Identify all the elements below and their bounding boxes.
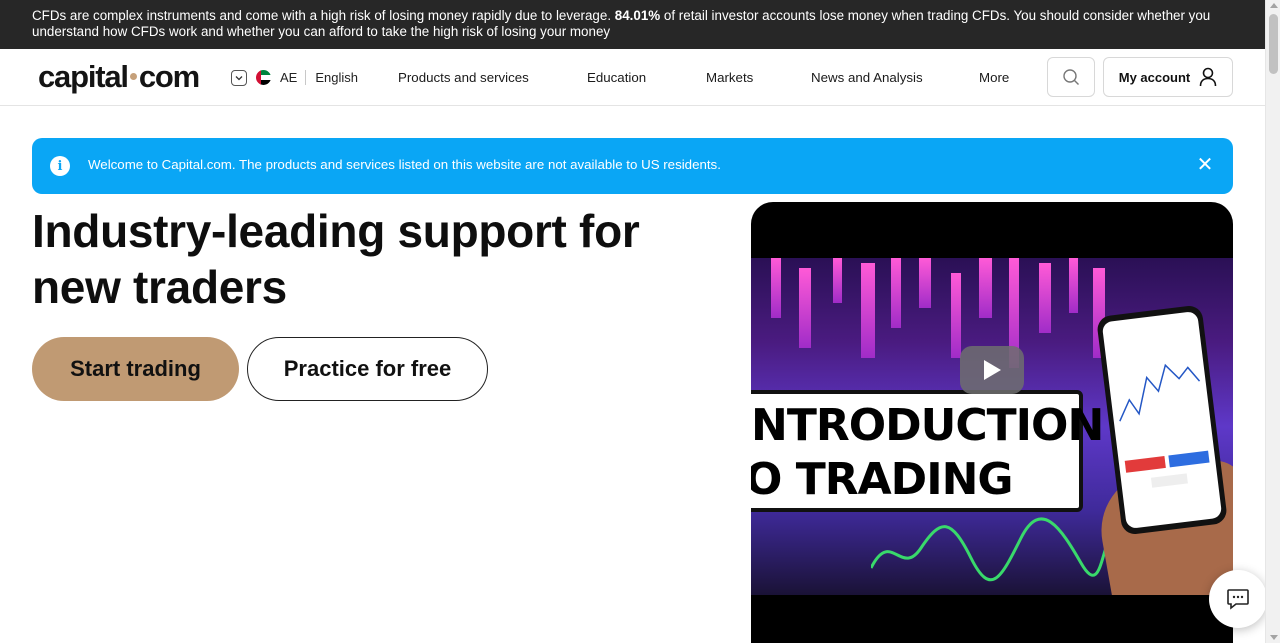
search-button[interactable]: [1047, 57, 1095, 97]
info-icon: i: [50, 156, 70, 176]
region-language-selector[interactable]: AE English: [231, 69, 358, 86]
nav-more[interactable]: More: [979, 70, 1009, 85]
chat-button[interactable]: [1209, 570, 1267, 628]
search-icon: [1063, 69, 1079, 85]
capital-com-logo[interactable]: capital com: [38, 59, 200, 95]
uae-flag-icon: [256, 70, 271, 85]
notice-message: Welcome to Capital.com. The products and…: [88, 157, 721, 172]
scroll-up-arrow[interactable]: [1270, 3, 1278, 8]
intro-title-line1: NTRODUCTION: [751, 400, 1104, 451]
intro-title-line2: O TRADING: [751, 454, 1014, 505]
nav-news-and-analysis[interactable]: News and Analysis: [811, 70, 923, 85]
nav-markets[interactable]: Markets: [706, 70, 753, 85]
logo-dot: [129, 73, 137, 81]
logo-text-right: com: [138, 59, 200, 94]
region-divider: [305, 70, 307, 85]
site-header: capital com AE English Products and servi…: [0, 49, 1265, 106]
my-account-button[interactable]: My account: [1103, 57, 1233, 97]
user-icon: [1199, 67, 1217, 87]
close-icon[interactable]: ✕: [1196, 155, 1214, 175]
intro-video-player[interactable]: NTRODUCTION O TRADING: [751, 202, 1233, 643]
risk-warning-banner: CFDs are complex instruments and come wi…: [0, 0, 1265, 49]
language-label: English: [315, 70, 358, 85]
risk-text-before: CFDs are complex instruments and come wi…: [32, 8, 615, 23]
nav-products-and-services[interactable]: Products and services: [398, 70, 529, 85]
hero-title: Industry-leading support for new traders: [32, 205, 640, 313]
practice-for-free-button[interactable]: Practice for free: [247, 337, 488, 401]
region-code: AE: [280, 70, 298, 85]
play-icon: [984, 360, 1001, 380]
nav-education[interactable]: Education: [587, 70, 646, 85]
logo-text-left: capital: [38, 59, 129, 94]
start-trading-button[interactable]: Start trading: [32, 337, 239, 401]
play-button[interactable]: [960, 346, 1024, 394]
my-account-label: My account: [1118, 69, 1191, 85]
trading-line-chart: [871, 517, 1111, 582]
intro-title-card: NTRODUCTION O TRADING: [751, 390, 1104, 512]
risk-percent: 84.01%: [614, 8, 661, 23]
video-thumbnail: NTRODUCTION O TRADING: [751, 258, 1233, 595]
scrollbar-thumb[interactable]: [1269, 14, 1278, 74]
page-scrollbar[interactable]: [1265, 0, 1280, 643]
us-residents-notice: i Welcome to Capital.com. The products a…: [32, 138, 1233, 194]
scroll-down-arrow[interactable]: [1270, 635, 1278, 640]
chat-icon: [1227, 589, 1249, 610]
chevron-down-icon[interactable]: [231, 69, 247, 86]
